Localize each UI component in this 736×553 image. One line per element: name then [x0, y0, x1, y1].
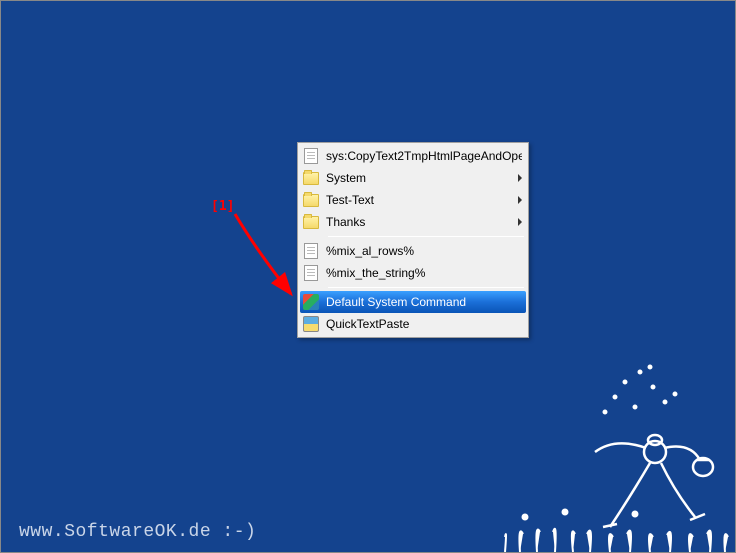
menu-item-copytext[interactable]: sys:CopyText2TmpHtmlPageAndOpen	[300, 145, 526, 167]
menu-item-label: %mix_the_string%	[326, 266, 522, 280]
chevron-right-icon	[518, 196, 522, 204]
watermark-text: www.SoftwareOK.de :-)	[19, 522, 256, 542]
menu-item-quicktextpaste[interactable]: QuickTextPaste	[300, 313, 526, 335]
chevron-right-icon	[518, 218, 522, 226]
menu-item-mix-string[interactable]: %mix_the_string%	[300, 262, 526, 284]
menu-item-label: Thanks	[326, 215, 514, 229]
menu-item-default-system-command[interactable]: Default System Command	[300, 291, 526, 313]
menu-item-label: Default System Command	[326, 295, 522, 309]
menu-item-label: System	[326, 171, 514, 185]
menu-item-thanks[interactable]: Thanks	[300, 211, 526, 233]
menu-item-label: %mix_al_rows%	[326, 244, 522, 258]
menu-item-label: QuickTextPaste	[326, 317, 522, 331]
document-icon	[302, 147, 320, 165]
annotation-arrow-icon	[227, 206, 307, 306]
annotation-label: [1]	[211, 199, 234, 214]
menu-item-label: Test-Text	[326, 193, 514, 207]
menu-separator	[328, 236, 524, 237]
document-icon	[302, 264, 320, 282]
menu-item-mix-rows[interactable]: %mix_al_rows%	[300, 240, 526, 262]
menu-item-label: sys:CopyText2TmpHtmlPageAndOpen	[326, 149, 522, 163]
menu-separator	[328, 287, 524, 288]
app-icon	[302, 293, 320, 311]
folder-icon	[302, 191, 320, 209]
app-icon	[302, 315, 320, 333]
context-menu[interactable]: sys:CopyText2TmpHtmlPageAndOpen System T…	[297, 142, 529, 338]
document-icon	[302, 242, 320, 260]
menu-item-test-text[interactable]: Test-Text	[300, 189, 526, 211]
menu-item-system[interactable]: System	[300, 167, 526, 189]
chevron-right-icon	[518, 174, 522, 182]
folder-icon	[302, 169, 320, 187]
folder-icon	[302, 213, 320, 231]
desktop-decoration-icon	[475, 352, 735, 552]
